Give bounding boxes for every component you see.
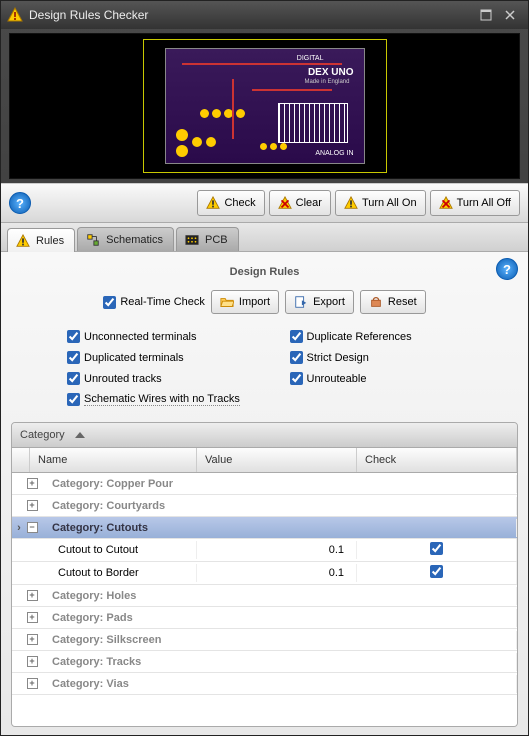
sort-asc-icon: [75, 432, 85, 438]
check-schem-wires[interactable]: Schematic Wires with no Tracks: [67, 393, 488, 406]
turn-all-on-button[interactable]: Turn All On: [335, 190, 426, 216]
group-by-header[interactable]: Category: [12, 423, 517, 447]
tab-rules[interactable]: Rules: [7, 228, 75, 252]
table-category-row[interactable]: +Category: Tracks: [12, 651, 517, 673]
category-label: Category: Pads: [44, 609, 517, 627]
table-category-row[interactable]: +Category: Silkscreen: [12, 629, 517, 651]
warning-x-icon: [439, 196, 453, 210]
turn-off-label: Turn All Off: [457, 197, 511, 209]
reset-button[interactable]: Reset: [360, 290, 426, 314]
row-name: Cutout to Border: [44, 564, 197, 582]
turn-all-off-button[interactable]: Turn All Off: [430, 190, 520, 216]
clear-label: Clear: [296, 197, 322, 209]
pcb-icon: [185, 233, 199, 247]
clear-button[interactable]: Clear: [269, 190, 331, 216]
reset-label: Reset: [388, 296, 417, 308]
close-button[interactable]: [498, 6, 522, 24]
check-unconnected[interactable]: Unconnected terminals: [67, 330, 266, 343]
table-category-row[interactable]: +Category: Courtyards: [12, 495, 517, 517]
group-by-label: Category: [20, 429, 65, 441]
table-row[interactable]: Cutout to Border0.1: [12, 562, 517, 585]
check-unrouteable[interactable]: Unrouteable: [290, 372, 489, 385]
expand-icon[interactable]: +: [26, 478, 44, 489]
category-label: Category: Tracks: [44, 653, 517, 671]
row-indicator: ›: [12, 522, 26, 534]
help-button[interactable]: ?: [9, 192, 31, 214]
table-category-row[interactable]: +Category: Copper Pour: [12, 473, 517, 495]
tab-rules-label: Rules: [36, 235, 64, 247]
app-icon: [7, 7, 23, 23]
realtime-checkbox[interactable]: [103, 296, 116, 309]
tab-pcb[interactable]: PCB: [176, 227, 239, 251]
collapse-icon[interactable]: −: [26, 522, 44, 533]
help-button-section[interactable]: ?: [496, 258, 518, 280]
tab-schematics-label: Schematics: [106, 234, 163, 246]
export-button[interactable]: Export: [285, 290, 354, 314]
schematics-icon: [86, 233, 100, 247]
warning-x-icon: [278, 196, 292, 210]
expand-icon[interactable]: +: [26, 656, 44, 667]
table-category-row[interactable]: +Category: Holes: [12, 585, 517, 607]
realtime-check[interactable]: Real-Time Check: [103, 296, 205, 309]
row-check[interactable]: [357, 562, 517, 584]
check-button[interactable]: Check: [197, 190, 264, 216]
warning-icon: [16, 234, 30, 248]
check-duplicate-ref[interactable]: Duplicate References: [290, 330, 489, 343]
category-label: Category: Silkscreen: [44, 631, 517, 649]
import-label: Import: [239, 296, 270, 308]
export-icon: [294, 295, 308, 309]
reset-icon: [369, 295, 383, 309]
table-category-row[interactable]: +Category: Vias: [12, 673, 517, 695]
minimize-button[interactable]: [474, 6, 498, 24]
expand-icon[interactable]: +: [26, 590, 44, 601]
col-value[interactable]: Value: [197, 448, 357, 472]
expand-icon[interactable]: +: [26, 678, 44, 689]
tab-pcb-label: PCB: [205, 234, 228, 246]
expand-icon[interactable]: +: [26, 634, 44, 645]
export-label: Export: [313, 296, 345, 308]
pcb-preview: DIGITAL DEX UNO Made in England ANALOG I…: [9, 33, 520, 179]
table-row[interactable]: Cutout to Cutout0.1: [12, 539, 517, 562]
category-label: Category: Copper Pour: [44, 475, 517, 493]
check-label: Check: [224, 197, 255, 209]
row-check[interactable]: [357, 539, 517, 561]
category-label: Category: Courtyards: [44, 497, 517, 515]
category-label: Category: Vias: [44, 675, 517, 693]
check-strict[interactable]: Strict Design: [290, 351, 489, 364]
warning-icon: [344, 196, 358, 210]
expand-icon[interactable]: +: [26, 500, 44, 511]
category-label: Category: Holes: [44, 587, 517, 605]
section-title: Design Rules: [230, 266, 300, 278]
row-value[interactable]: 0.1: [197, 541, 357, 559]
window-title: Design Rules Checker: [29, 8, 474, 22]
tab-schematics[interactable]: Schematics: [77, 227, 174, 251]
category-label: Category: Cutouts: [44, 519, 517, 537]
expand-icon[interactable]: +: [26, 612, 44, 623]
col-name[interactable]: Name: [30, 448, 197, 472]
check-unrouted[interactable]: Unrouted tracks: [67, 372, 266, 385]
row-name: Cutout to Cutout: [44, 541, 197, 559]
check-duplicated[interactable]: Duplicated terminals: [67, 351, 266, 364]
col-check[interactable]: Check: [357, 448, 517, 472]
realtime-label: Real-Time Check: [120, 296, 205, 308]
table-category-row[interactable]: ›−Category: Cutouts: [12, 517, 517, 539]
import-button[interactable]: Import: [211, 290, 279, 314]
turn-on-label: Turn All On: [362, 197, 417, 209]
warning-icon: [206, 196, 220, 210]
col-expand: [12, 448, 30, 472]
folder-open-icon: [220, 295, 234, 309]
table-category-row[interactable]: +Category: Pads: [12, 607, 517, 629]
row-value[interactable]: 0.1: [197, 564, 357, 582]
